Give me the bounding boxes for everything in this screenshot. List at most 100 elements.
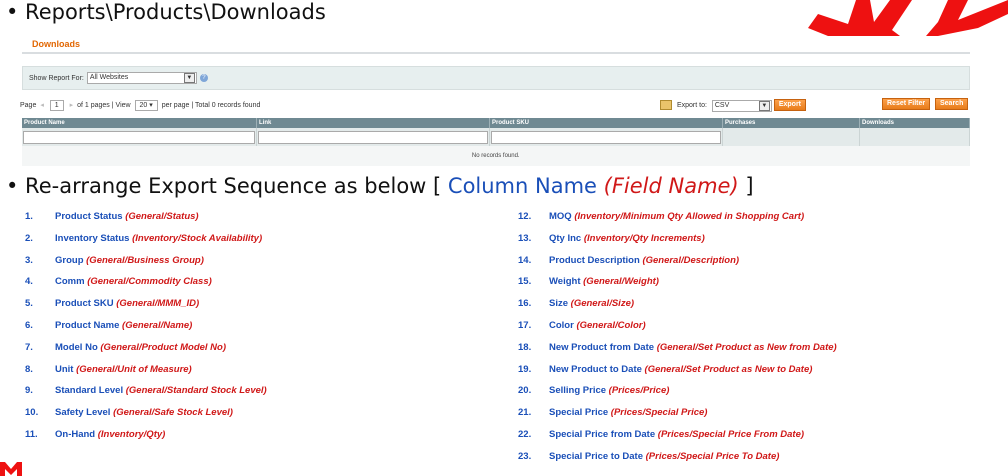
- column-header-purchases[interactable]: Purchases: [722, 118, 860, 128]
- list-item-text: Model No (General/Product Model No): [55, 337, 226, 359]
- field-name: (Prices/Price): [608, 385, 670, 397]
- website-select[interactable]: All Websites ▼: [86, 72, 197, 84]
- column-name: Product SKU: [55, 298, 114, 310]
- search-button[interactable]: Search: [935, 98, 969, 110]
- list-item-number: 21.: [518, 407, 532, 419]
- website-select-value: All Websites: [89, 74, 129, 81]
- column-name: New Product from Date: [549, 341, 655, 353]
- list-item-text: Product Status (General/Status): [55, 206, 199, 228]
- title-column-name: Column Name: [447, 174, 597, 198]
- list-item-text: Standard Level (General/Standard Stock L…: [55, 380, 267, 402]
- list-item-number: 23.: [518, 450, 532, 462]
- field-name: (General/Commodity Class): [87, 276, 212, 288]
- list-item-text: New Product to Date (General/Set Product…: [549, 359, 812, 381]
- list-item-number: 15.: [518, 276, 532, 288]
- column-name: Selling Price: [549, 385, 607, 397]
- list-item-number: 17.: [518, 319, 532, 331]
- list-item-text: Color (General/Color): [549, 315, 646, 337]
- page-label: Page: [20, 102, 37, 109]
- column-name: Special Price from Date: [549, 428, 656, 440]
- export-button[interactable]: Export: [773, 99, 806, 111]
- list-item-text: Comm (General/Commodity Class): [55, 271, 212, 293]
- column-name: Product Status: [55, 211, 123, 222]
- column-header-link[interactable]: Link: [256, 118, 490, 128]
- list-item-number: 22.: [518, 428, 532, 440]
- view-label: View: [115, 102, 131, 109]
- field-name: (General/Business Group): [86, 254, 204, 266]
- export-format-select[interactable]: CSV ▼: [711, 99, 772, 112]
- dropdown-arrow-icon[interactable]: ▼: [758, 100, 770, 111]
- pager-row: Page ◂ 1 ▸ of 1 pages | View 20 ▾ per pa…: [20, 98, 970, 112]
- filter-cell: [489, 128, 723, 146]
- column-name: Standard Level: [55, 385, 124, 397]
- filter-cell: [256, 128, 490, 146]
- of-pages-text: of 1 pages: [77, 102, 110, 109]
- list-item-text: On-Hand (Inventory/Qty): [55, 424, 165, 446]
- per-page-text: per page: [161, 102, 190, 109]
- field-name: (General/Unit of Measure): [76, 363, 192, 375]
- title-field-name: (Field Name): [603, 174, 739, 198]
- field-name: (Prices/Special Price): [610, 407, 708, 419]
- column-name: Comm: [55, 276, 85, 288]
- column-name: Special Price: [549, 407, 609, 419]
- grid-header-row: Product Name Link Product SKU Purchases …: [22, 118, 970, 128]
- column-header-product-sku[interactable]: Product SKU: [489, 118, 723, 128]
- column-name: Special Price to Date: [549, 450, 643, 462]
- list-item-text: Selling Price (Prices/Price): [549, 380, 669, 402]
- product-name-filter-input[interactable]: [23, 130, 255, 144]
- filter-cell: [859, 128, 970, 146]
- product-sku-filter-input[interactable]: [491, 130, 721, 144]
- list-item-number: 16.: [518, 298, 532, 310]
- column-header-downloads[interactable]: Downloads: [859, 118, 970, 128]
- list-item-text: Unit (General/Unit of Measure): [55, 359, 192, 381]
- field-name: (General/Set Product as New to Date): [644, 363, 813, 375]
- records-found-text: Total 0 records found: [194, 102, 261, 109]
- field-name: (General/Set Product as New from Date): [656, 341, 837, 353]
- list-item-number: 18.: [518, 341, 532, 353]
- prev-page-icon[interactable]: ◂: [40, 102, 44, 109]
- export-group: Export to: CSV ▼ Export: [660, 99, 806, 112]
- list-item-text: Group (General/Business Group): [55, 250, 204, 272]
- field-name: (Inventory/Qty): [97, 428, 166, 440]
- list-item-number: 9.: [25, 385, 33, 397]
- dropdown-arrow-icon[interactable]: ▼: [183, 73, 195, 83]
- field-name: (General/Safe Stock Level): [113, 407, 233, 419]
- list-item-text: Special Price from Date (Prices/Special …: [549, 424, 804, 446]
- list-item-text: New Product from Date (General/Set Produ…: [549, 337, 837, 359]
- list-item-number: 4.: [25, 276, 33, 288]
- filter-cell: [722, 128, 860, 146]
- pager: Page ◂ 1 ▸ of 1 pages | View 20 ▾ per pa…: [20, 100, 260, 111]
- export-format-value: CSV: [714, 101, 730, 109]
- column-header-product-name[interactable]: Product Name: [22, 118, 257, 128]
- field-name: (Prices/Special Price From Date): [657, 428, 805, 440]
- column-name: Model No: [55, 341, 98, 353]
- field-name: (Inventory/Qty Increments): [583, 232, 705, 244]
- starburst-decoration-icon: [808, 0, 1008, 36]
- list-item-text: Product Description (General/Description…: [549, 250, 739, 272]
- field-name: (General/Weight): [583, 276, 659, 288]
- list-item-number: 14.: [518, 254, 532, 266]
- column-name: Weight: [549, 276, 581, 288]
- link-filter-input[interactable]: [258, 130, 488, 144]
- list-item-number: 1.: [25, 211, 33, 222]
- list-item-text: Special Price (Prices/Special Price): [549, 402, 707, 424]
- column-name: New Product to Date: [549, 363, 642, 375]
- column-name: Size: [549, 298, 569, 310]
- tab-downloads[interactable]: Downloads: [22, 36, 970, 52]
- list-item-text: Weight (General/Weight): [549, 271, 659, 293]
- view-select-value: 20: [139, 102, 148, 109]
- filter-cell: [22, 128, 257, 146]
- brand-mark-icon: [0, 462, 22, 476]
- help-icon[interactable]: ?: [199, 74, 208, 82]
- list-item-number: 13.: [518, 232, 532, 244]
- view-select[interactable]: 20 ▾: [134, 100, 158, 111]
- list-item-text: Product SKU (General/MMM_ID): [55, 293, 199, 315]
- downloads-report-panel: Downloads Show Report For: All Websites …: [20, 36, 970, 166]
- column-name: On-Hand: [55, 428, 96, 440]
- reset-filter-button[interactable]: Reset Filter: [882, 98, 931, 110]
- page-input[interactable]: 1: [49, 100, 64, 111]
- next-page-icon[interactable]: ▸: [70, 102, 74, 109]
- show-report-bar: Show Report For: All Websites ▼ ?: [22, 66, 970, 90]
- column-name: Inventory Status: [55, 232, 130, 244]
- section-title-reports: • Reports\Products\Downloads: [6, 0, 326, 24]
